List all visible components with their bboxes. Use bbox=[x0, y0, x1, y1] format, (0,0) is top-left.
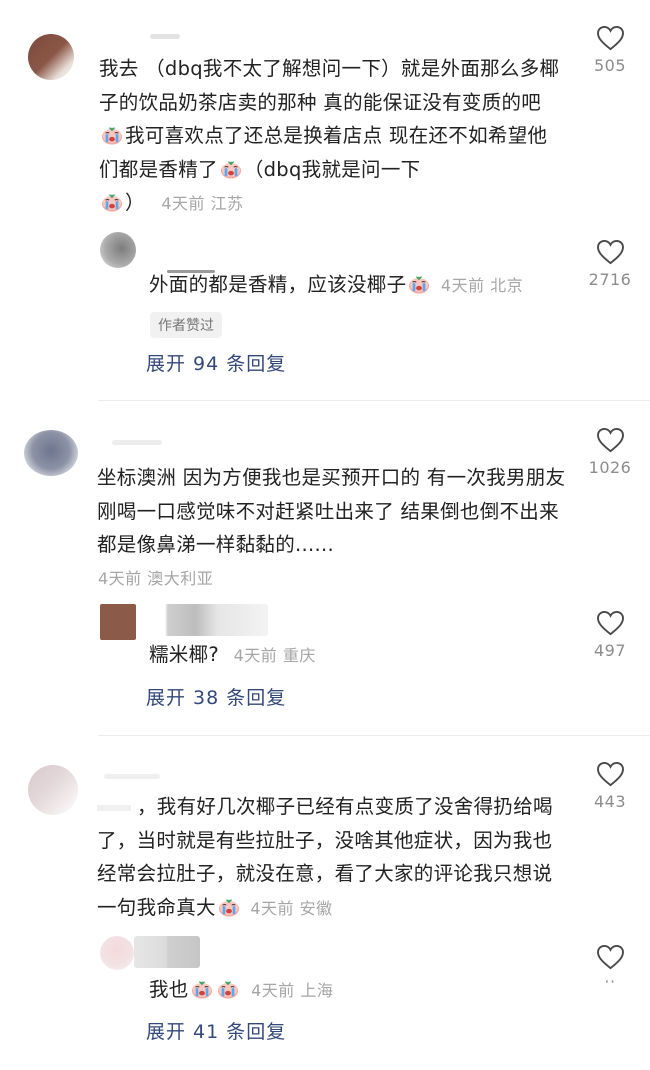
reply-meta: 4天前 北京 bbox=[440, 276, 524, 295]
avatar[interactable] bbox=[28, 34, 74, 80]
heart-icon bbox=[597, 945, 624, 970]
like-button[interactable]: 1026 bbox=[580, 428, 640, 477]
crying-face-icon bbox=[217, 979, 239, 999]
comment-text: 坐标澳洲 因为方便我也是买预开口的 有一次我男朋友刚喝一口感觉味不对赶紧吐出来了… bbox=[97, 461, 567, 562]
crying-face-icon bbox=[220, 159, 242, 179]
reply-avatar[interactable] bbox=[100, 232, 136, 268]
blurred-mention bbox=[97, 804, 131, 811]
username-blurred[interactable] bbox=[150, 34, 180, 39]
heart-icon bbox=[597, 240, 624, 265]
crying-face-icon bbox=[101, 192, 123, 212]
comment-meta: 4天前 澳大利亚 bbox=[98, 569, 214, 588]
like-count: 443 bbox=[593, 792, 627, 811]
avatar[interactable] bbox=[28, 765, 78, 815]
reply-text: 糯米椰? 4天前 重庆 bbox=[149, 638, 316, 673]
crying-face-icon bbox=[101, 125, 123, 145]
reply-text: 外面的都是香精，应该没椰子 4天前 北京 bbox=[149, 268, 569, 303]
like-count: ·· bbox=[604, 972, 616, 991]
reply-like-button[interactable]: ·· bbox=[580, 945, 640, 991]
expand-replies-button[interactable]: 展开 41 条回复 bbox=[146, 1017, 286, 1044]
comment-text-content: 坐标澳洲 因为方便我也是买预开口的 有一次我男朋友刚喝一口感觉味不对赶紧吐出来了… bbox=[97, 466, 566, 556]
reply-text: 我也 4天前 上海 bbox=[149, 973, 333, 1008]
crying-face-icon bbox=[408, 274, 430, 294]
comment-text-part: ） bbox=[125, 191, 145, 214]
username-blurred[interactable] bbox=[104, 774, 160, 779]
reply-like-button[interactable]: 497 bbox=[580, 611, 640, 660]
crying-face-icon bbox=[191, 979, 213, 999]
like-button[interactable]: 505 bbox=[580, 26, 640, 75]
like-count: 505 bbox=[593, 56, 627, 75]
comment-text-part: （dbq我就是问一下 bbox=[243, 157, 421, 181]
divider bbox=[98, 735, 650, 736]
expand-replies-button[interactable]: 展开 38 条回复 bbox=[146, 683, 286, 710]
expand-replies-button[interactable]: 展开 94 条回复 bbox=[146, 349, 286, 376]
username-blurred[interactable] bbox=[112, 440, 162, 445]
reply-like-button[interactable]: 2716 bbox=[580, 240, 640, 289]
comment-text-part: 我去 （dbq我不太了解想问一下）就是外面那么多椰子的饮品奶茶店卖的那种 真的能… bbox=[99, 57, 560, 114]
avatar[interactable] bbox=[24, 430, 78, 476]
heart-icon bbox=[597, 762, 624, 787]
reply-username-blurred[interactable] bbox=[134, 936, 200, 968]
like-count: 2716 bbox=[588, 270, 632, 289]
divider bbox=[98, 400, 650, 401]
comment-meta: 4天前 江苏 bbox=[161, 194, 244, 213]
heart-icon bbox=[597, 26, 624, 51]
reply-username-blurred[interactable] bbox=[136, 604, 268, 636]
like-count: 497 bbox=[593, 641, 627, 660]
reply-text-content: 我也 bbox=[149, 978, 189, 1001]
comment-text: 我去 （dbq我不太了解想问一下）就是外面那么多椰子的饮品奶茶店卖的那种 真的能… bbox=[99, 52, 564, 221]
crying-face-icon bbox=[218, 897, 240, 917]
reply-avatar[interactable] bbox=[100, 936, 134, 970]
reply-text-content: 外面的都是香精，应该没椰子 bbox=[149, 273, 407, 296]
heart-icon bbox=[597, 611, 624, 636]
reply-text-content: 糯米椰? bbox=[149, 643, 220, 666]
reply-meta: 4天前 上海 bbox=[251, 981, 334, 1000]
comment-meta: 4天前 安徽 bbox=[250, 898, 333, 918]
reply-meta: 4天前 重庆 bbox=[233, 646, 316, 665]
like-button[interactable]: 443 bbox=[580, 762, 640, 811]
like-count: 1026 bbox=[588, 458, 632, 477]
author-liked-badge: 作者赞过 bbox=[150, 312, 222, 338]
reply-avatar[interactable] bbox=[100, 604, 136, 640]
comment-text: ，我有好几次椰子已经有点变质了没舍得扔给喝了，当时就是有些拉肚子，没啥其他症状，… bbox=[97, 790, 567, 925]
heart-icon bbox=[597, 428, 624, 453]
